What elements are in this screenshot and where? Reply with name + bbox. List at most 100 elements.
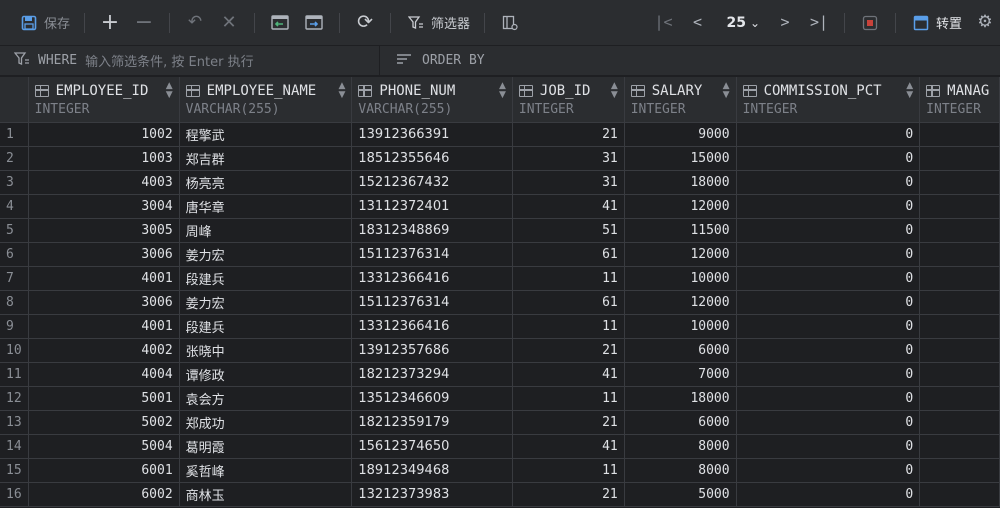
cell-job-id[interactable]: 61 [512,290,625,315]
cell-employee-name[interactable]: 葛明霞 [179,434,353,459]
cell-job-id[interactable]: 21 [512,122,625,147]
cell-employee-id[interactable]: 1003 [28,146,180,171]
cell-manager-id[interactable] [919,266,1000,291]
table-row[interactable]: 1 1002 程擎武 13912366391 21 9000 0 [0,122,1000,147]
cell-job-id[interactable]: 61 [512,242,625,267]
cell-employee-name[interactable]: 程擎武 [179,122,353,147]
save-button[interactable]: 保存 [12,8,76,38]
cell-phone-num[interactable]: 18212359179 [351,410,513,435]
cell-manager-id[interactable] [919,362,1000,387]
table-row[interactable]: 3 4003 杨亮亮 15212367432 31 18000 0 [0,170,1000,195]
column-header-manager-id[interactable]: MANAG INTEGER [919,77,1000,123]
column-header-job-id[interactable]: JOB_ID ▲ ▼ INTEGER [512,77,625,123]
last-page-button[interactable]: >| [802,8,836,38]
cell-phone-num[interactable]: 13312366416 [351,314,513,339]
sort-icon[interactable]: ▲ ▼ [906,82,913,100]
transpose-button[interactable]: 转置 [904,8,968,38]
cell-phone-num[interactable]: 13512346609 [351,386,513,411]
cell-commission-pct[interactable]: 0 [736,458,921,483]
cell-salary[interactable]: 8000 [624,458,737,483]
cell-commission-pct[interactable]: 0 [736,410,921,435]
cell-manager-id[interactable] [919,218,1000,243]
table-row[interactable]: 14 5004 葛明霞 15612374650 41 8000 0 [0,434,1000,459]
cell-commission-pct[interactable]: 0 [736,386,921,411]
settings-button[interactable]: ⚙ [968,8,1000,38]
cell-salary[interactable]: 8000 [624,434,737,459]
cell-employee-name[interactable]: 郑吉群 [179,146,353,171]
cell-employee-name[interactable]: 段建兵 [179,314,353,339]
column-header-employee-name[interactable]: EMPLOYEE_NAME ▲ ▼ VARCHAR(255) [179,77,353,123]
cell-salary[interactable]: 7000 [624,362,737,387]
cell-commission-pct[interactable]: 0 [736,194,921,219]
cell-commission-pct[interactable]: 0 [736,266,921,291]
cell-phone-num[interactable]: 18212373294 [351,362,513,387]
sort-icon[interactable]: ▲ ▼ [166,82,173,100]
cell-phone-num[interactable]: 15612374650 [351,434,513,459]
table-row[interactable]: 8 3006 姜力宏 15112376314 61 12000 0 [0,290,1000,315]
cell-job-id[interactable]: 11 [512,386,625,411]
table-row[interactable]: 7 4001 段建兵 13312366416 11 10000 0 [0,266,1000,291]
cell-phone-num[interactable]: 15112376314 [351,242,513,267]
cell-employee-name[interactable]: 姜力宏 [179,242,353,267]
cell-manager-id[interactable] [919,410,1000,435]
cell-job-id[interactable]: 41 [512,434,625,459]
cell-phone-num[interactable]: 13112372401 [351,194,513,219]
cell-employee-name[interactable]: 唐华章 [179,194,353,219]
table-row[interactable]: 5 3005 周峰 18312348869 51 11500 0 [0,218,1000,243]
cell-commission-pct[interactable]: 0 [736,146,921,171]
sort-icon[interactable]: ▲ ▼ [338,82,345,100]
cell-commission-pct[interactable]: 0 [736,122,921,147]
table-row[interactable]: 12 5001 袁会方 13512346609 11 18000 0 [0,386,1000,411]
table-row[interactable]: 10 4002 张晓中 13912357686 21 6000 0 [0,338,1000,363]
cell-phone-num[interactable]: 13912357686 [351,338,513,363]
cell-job-id[interactable]: 31 [512,170,625,195]
cell-manager-id[interactable] [919,338,1000,363]
import-button[interactable] [263,8,297,38]
cell-commission-pct[interactable]: 0 [736,218,921,243]
cell-commission-pct[interactable]: 0 [736,170,921,195]
cell-salary[interactable]: 12000 [624,242,737,267]
cell-salary[interactable]: 18000 [624,386,737,411]
cell-salary[interactable]: 12000 [624,290,737,315]
cell-employee-name[interactable]: 张晓中 [179,338,353,363]
cell-commission-pct[interactable]: 0 [736,362,921,387]
stop-button[interactable] [853,8,887,38]
order-by-input[interactable]: ORDER BY [380,46,1000,76]
cell-employee-id[interactable]: 3006 [28,290,180,315]
first-page-button[interactable]: |< [647,8,681,38]
cell-employee-id[interactable]: 4001 [28,266,180,291]
cell-phone-num[interactable]: 18512355646 [351,146,513,171]
sort-icon[interactable]: ▲ ▼ [723,82,730,100]
view-settings-button[interactable] [493,8,527,38]
cell-phone-num[interactable]: 18312348869 [351,218,513,243]
cell-phone-num[interactable]: 15112376314 [351,290,513,315]
prev-page-button[interactable]: < [681,8,715,38]
cell-job-id[interactable]: 21 [512,410,625,435]
cell-salary[interactable]: 18000 [624,170,737,195]
cell-employee-name[interactable]: 谭修政 [179,362,353,387]
cell-salary[interactable]: 6000 [624,338,737,363]
cell-employee-id[interactable]: 5004 [28,434,180,459]
sort-icon[interactable]: ▲ ▼ [499,82,506,100]
cell-salary[interactable]: 5000 [624,482,737,507]
cell-employee-id[interactable]: 4004 [28,362,180,387]
cell-manager-id[interactable] [919,170,1000,195]
column-header-salary[interactable]: SALARY ▲ ▼ INTEGER [624,77,737,123]
column-header-phone-num[interactable]: PHONE_NUM ▲ ▼ VARCHAR(255) [351,77,513,123]
cell-manager-id[interactable] [919,482,1000,507]
cell-phone-num[interactable]: 13312366416 [351,266,513,291]
cell-employee-name[interactable]: 袁会方 [179,386,353,411]
export-button[interactable] [297,8,331,38]
cell-employee-id[interactable]: 5001 [28,386,180,411]
cell-phone-num[interactable]: 13912366391 [351,122,513,147]
where-filter-input[interactable]: WHERE 输入筛选条件, 按 Enter 执行 [0,45,380,76]
table-row[interactable]: 9 4001 段建兵 13312366416 11 10000 0 [0,314,1000,339]
refresh-button[interactable]: ⟳ [348,8,382,38]
cell-employee-id[interactable]: 4002 [28,338,180,363]
cell-employee-id[interactable]: 3004 [28,194,180,219]
cell-employee-id[interactable]: 5002 [28,410,180,435]
table-row[interactable]: 16 6002 商林玉 13212373983 21 5000 0 [0,482,1000,507]
cell-employee-name[interactable]: 周峰 [179,218,353,243]
cell-phone-num[interactable]: 18912349468 [351,458,513,483]
cell-employee-id[interactable]: 6001 [28,458,180,483]
